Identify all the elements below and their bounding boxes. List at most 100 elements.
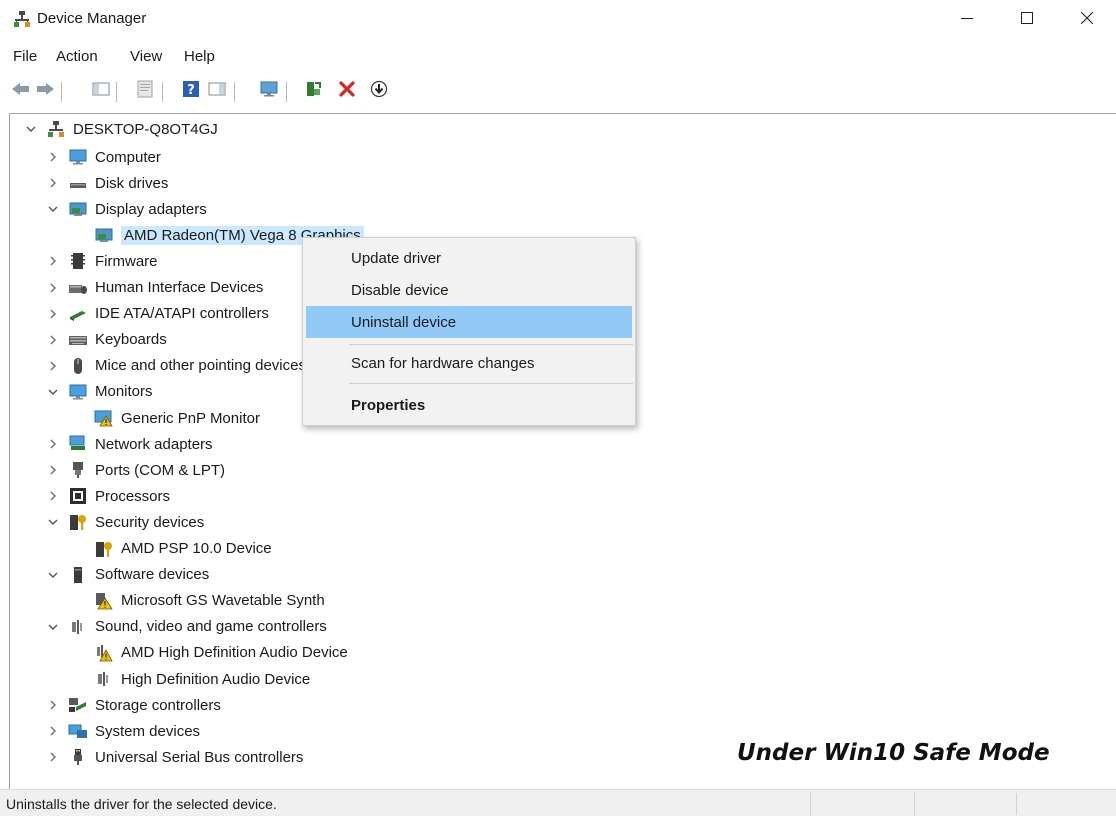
chevron-right-icon[interactable]	[46, 145, 60, 169]
chevron-right-icon[interactable]	[46, 719, 60, 743]
mouse-icon	[68, 357, 88, 375]
safe-mode-annotation: Under Win10 Safe Mode	[737, 740, 1050, 766]
chevron-right-icon[interactable]	[46, 302, 60, 326]
menu-view[interactable]: View	[130, 46, 162, 67]
chevron-down-icon[interactable]	[46, 380, 60, 404]
show-action-pane-button[interactable]	[206, 80, 228, 102]
chevron-down-icon[interactable]	[46, 510, 60, 534]
tree-category-universal-serial-bus-controllers[interactable]: Universal Serial Bus controllers	[46, 745, 303, 769]
tree-category-system-devices[interactable]: System devices	[46, 719, 200, 743]
tree-category-software-devices[interactable]: Software devices	[46, 563, 209, 587]
tree-category-network-adapters[interactable]: Network adapters	[46, 432, 213, 456]
tree-category-mice-and-other-pointing-devices[interactable]: Mice and other pointing devices	[46, 354, 306, 378]
properties-button[interactable]	[134, 80, 156, 102]
software-device-warning-icon	[94, 592, 114, 610]
status-text: Uninstalls the driver for the selected d…	[6, 796, 277, 812]
tree-category-firmware[interactable]: Firmware	[46, 249, 158, 273]
update-driver-button[interactable]	[302, 80, 324, 102]
help-icon: ?	[182, 80, 200, 102]
tree-device-high-definition-audio-device[interactable]: High Definition Audio Device	[94, 667, 310, 691]
menu-update-driver[interactable]: Update driver	[306, 242, 632, 274]
show-hide-console-tree-button[interactable]	[90, 80, 112, 102]
speaker-icon	[68, 618, 88, 636]
forward-button[interactable]	[34, 80, 56, 102]
close-icon	[1080, 11, 1094, 28]
chevron-right-icon[interactable]	[46, 693, 60, 717]
chevron-down-icon[interactable]	[24, 117, 38, 141]
chevron-right-icon[interactable]	[46, 249, 60, 273]
speaker-warning-icon	[94, 644, 114, 662]
tree-device-microsoft-gs-wavetable-synth[interactable]: Microsoft GS Wavetable Synth	[94, 589, 325, 613]
chevron-right-icon[interactable]	[46, 458, 60, 482]
tree-root-label: DESKTOP-Q8OT4GJ	[73, 120, 218, 138]
tree-category-processors[interactable]: Processors	[46, 484, 170, 508]
context-menu-separator	[349, 383, 633, 384]
menu-properties[interactable]: Properties	[306, 389, 632, 421]
display-adapter-icon	[68, 200, 88, 218]
device-tree[interactable]: DESKTOP-Q8OT4GJ Computer Disk drives Displ…	[9, 113, 1116, 789]
chevron-right-icon[interactable]	[46, 276, 60, 300]
tree-category-human-interface-devices[interactable]: Human Interface Devices	[46, 276, 263, 300]
tree-item-label: High Definition Audio Device	[121, 670, 311, 688]
tree-item-label: System devices	[95, 722, 201, 740]
back-button[interactable]	[10, 80, 32, 102]
update-driver-icon	[304, 80, 322, 102]
svg-text:?: ?	[187, 83, 195, 98]
menu-scan-hardware[interactable]: Scan for hardware changes	[306, 347, 632, 379]
device-manager-app-icon	[13, 10, 31, 32]
maximize-button[interactable]	[1004, 0, 1050, 38]
chevron-down-icon[interactable]	[46, 197, 60, 221]
help-button[interactable]: ?	[180, 80, 202, 102]
forward-arrow-icon	[35, 81, 55, 101]
tree-category-security-devices[interactable]: Security devices	[46, 510, 204, 534]
chevron-right-icon[interactable]	[46, 328, 60, 352]
menu-uninstall-device[interactable]: Uninstall device	[306, 306, 632, 338]
tree-root[interactable]: DESKTOP-Q8OT4GJ	[24, 117, 218, 141]
toolbar-separator	[286, 82, 287, 102]
context-menu: Update driver Disable device Uninstall d…	[302, 237, 636, 426]
storage-controller-icon	[68, 696, 88, 714]
disk-drive-icon	[68, 174, 88, 192]
menu-action[interactable]: Action	[56, 46, 98, 67]
status-divider	[914, 793, 915, 815]
tree-item-label: Generic PnP Monitor	[121, 409, 260, 427]
chevron-right-icon[interactable]	[46, 745, 60, 769]
enable-device-button[interactable]	[368, 80, 390, 102]
monitor-icon	[68, 383, 88, 401]
tree-category-ports-com-lpt[interactable]: Ports (COM & LPT)	[46, 458, 225, 482]
tree-device-generic-pnp-monitor[interactable]: Generic PnP Monitor	[94, 406, 260, 430]
tree-category-storage-controllers[interactable]: Storage controllers	[46, 693, 221, 717]
minimize-button[interactable]	[944, 0, 990, 38]
speaker-icon	[94, 670, 114, 688]
tree-category-sound-video-and-game-controllers[interactable]: Sound, video and game controllers	[46, 615, 327, 639]
menu-help[interactable]: Help	[184, 46, 215, 67]
chevron-right-icon[interactable]	[46, 171, 60, 195]
chevron-down-icon[interactable]	[46, 563, 60, 587]
chevron-right-icon[interactable]	[46, 432, 60, 456]
scan-hardware-button[interactable]	[258, 80, 280, 102]
menu-file[interactable]: File	[13, 46, 37, 67]
tree-category-disk-drives[interactable]: Disk drives	[46, 171, 168, 195]
computer-icon	[68, 148, 88, 166]
tree-item-label: Security devices	[95, 513, 205, 531]
system-device-icon	[68, 722, 88, 740]
tree-category-ide-ata-atapi-controllers[interactable]: IDE ATA/ATAPI controllers	[46, 302, 269, 326]
computer-network-icon	[46, 120, 66, 138]
tree-category-display-adapters[interactable]: Display adapters	[46, 197, 207, 221]
security-device-icon	[68, 513, 88, 531]
minimize-icon	[961, 11, 973, 28]
chevron-right-icon[interactable]	[46, 354, 60, 378]
tree-category-keyboards[interactable]: Keyboards	[46, 328, 167, 352]
back-arrow-icon	[11, 81, 31, 101]
chevron-right-icon[interactable]	[46, 484, 60, 508]
tree-device-amd-high-definition-audio-device[interactable]: AMD High Definition Audio Device	[94, 641, 348, 665]
toolbar-separator	[61, 82, 62, 102]
tree-device-amd-psp-10-0-device[interactable]: AMD PSP 10.0 Device	[94, 537, 272, 561]
maximize-icon	[1021, 11, 1033, 28]
tree-category-computer[interactable]: Computer	[46, 145, 161, 169]
close-button[interactable]	[1064, 0, 1110, 38]
chevron-down-icon[interactable]	[46, 615, 60, 639]
menu-disable-device[interactable]: Disable device	[306, 274, 632, 306]
uninstall-button[interactable]	[336, 80, 358, 102]
tree-category-monitors[interactable]: Monitors	[46, 380, 153, 404]
